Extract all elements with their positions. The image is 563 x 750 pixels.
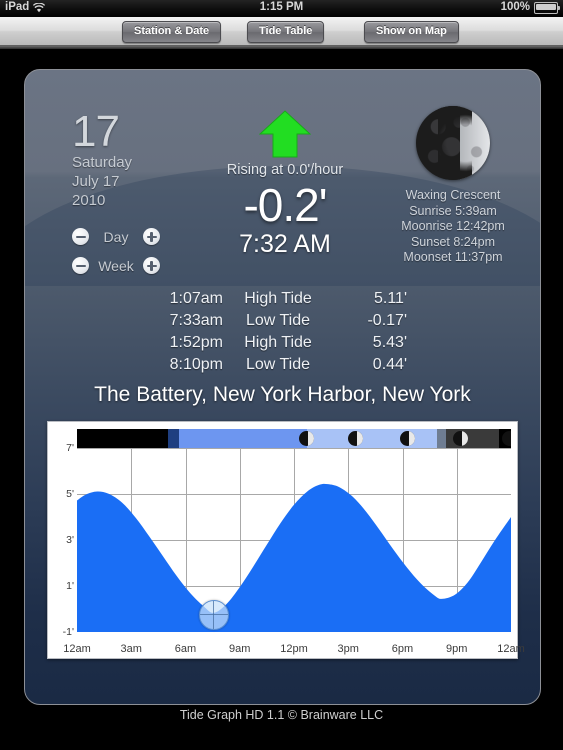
- table-row: 8:10pm Low Tide 0.44': [135, 354, 435, 376]
- moonrise-label: Moonrise 12:42pm: [401, 219, 505, 233]
- x-axis-tick-label: 9am: [229, 643, 251, 655]
- tide-time: 8:10pm: [169, 356, 223, 373]
- tide-value: -0.17': [367, 312, 407, 329]
- day-stepper-label: Day: [103, 228, 129, 245]
- status-bar-clock: 1:15 PM: [259, 1, 304, 13]
- table-row: 1:07am High Tide 5.11': [135, 288, 435, 310]
- moonset-label: Moonset 11:37pm: [403, 250, 503, 264]
- daynight-segment-dusk: [436, 429, 446, 448]
- week-plus-button[interactable]: [143, 257, 160, 274]
- tide-curve-fill: [77, 483, 511, 632]
- y-axis-tick-label: -1': [62, 626, 74, 638]
- week-stepper-label: Week: [98, 257, 134, 274]
- week-minus-button[interactable]: [72, 257, 89, 274]
- current-time-marker: [199, 599, 230, 630]
- x-axis-tick-label: 3am: [120, 643, 142, 655]
- x-axis-tick-label: 9pm: [446, 643, 468, 655]
- tide-time: 1:52pm: [169, 334, 223, 351]
- week-stepper: Week: [72, 251, 160, 280]
- y-axis-tick-label: 5': [66, 488, 74, 500]
- tide-kind: Low Tide: [245, 356, 311, 373]
- moon-marker-icon: [400, 431, 416, 446]
- x-axis-tick-label: 6pm: [391, 643, 414, 655]
- y-axis-tick-label: 1': [66, 580, 74, 592]
- toolbar-divider: [0, 46, 563, 49]
- tide-chart-plot: 7' 5' 3' 1' -1' 12am 3am 6am 9am 12pm 3pm 6pm 9pm 12a…: [63, 429, 525, 655]
- x-axis-tick-label: 12am: [63, 643, 91, 655]
- battery-full-icon: [534, 2, 560, 14]
- station-title: The Battery, New York Harbor, New York: [94, 383, 471, 406]
- year-label: 2010: [72, 192, 106, 209]
- y-axis-tick-label: 3': [66, 534, 74, 546]
- current-time-label: 7:32 AM: [239, 230, 331, 258]
- day-number: 17: [72, 107, 120, 156]
- weekday-label: Saturday: [72, 154, 133, 171]
- toolbar: Station & Date Tide Table Show on Map: [0, 17, 563, 46]
- current-tide-block: Rising at 0.0'/hour -0.2' 7:32 AM: [185, 110, 385, 258]
- y-axis-tick-label: 7': [66, 442, 74, 454]
- tide-time: 1:07am: [169, 290, 223, 307]
- status-bar-right: 100%: [500, 1, 560, 14]
- tide-curve: [77, 483, 511, 632]
- show-on-map-button[interactable]: Show on Map: [364, 21, 459, 43]
- moon-marker-icon: [452, 431, 468, 446]
- arrow-up-green-icon: [258, 110, 312, 158]
- day-plus-button[interactable]: [143, 228, 160, 245]
- tide-time: 7:33am: [169, 312, 223, 329]
- day-night-bar: [77, 429, 511, 448]
- table-row: 7:33am Low Tide -0.17': [135, 310, 435, 332]
- tide-kind: Low Tide: [245, 312, 311, 329]
- sunrise-label: Sunrise 5:39am: [409, 203, 497, 218]
- table-row: 1:52pm High Tide 5.43': [135, 332, 435, 354]
- tide-kind: High Tide: [244, 290, 312, 307]
- x-axis-tick-label: 12pm: [280, 643, 308, 655]
- moon-marker-icon: [299, 431, 315, 446]
- tide-value: 5.11': [373, 290, 407, 307]
- tide-trend-label: Rising at 0.0'/hour: [226, 162, 344, 178]
- tide-kind: High Tide: [244, 334, 312, 351]
- x-axis-tick-label: 3pm: [337, 643, 359, 655]
- tide-value: 5.43': [372, 334, 407, 351]
- x-axis-tick-label: 6am: [174, 643, 197, 655]
- current-tide-height: -0.2': [243, 179, 327, 231]
- tide-chart[interactable]: 7' 5' 3' 1' -1' 12am 3am 6am 9am 12pm 3pm 6pm 9pm 12a…: [47, 421, 525, 659]
- x-axis-tick-label: 12am: [497, 643, 525, 655]
- tide-events-list: 1:07am High Tide 5.11' 7:33am Low Tide -…: [135, 288, 435, 376]
- station-and-date-button[interactable]: Station & Date: [122, 21, 222, 43]
- daynight-segment-dawn: [168, 429, 180, 448]
- day-minus-button[interactable]: [72, 228, 89, 245]
- status-bar: iPad 1:15 PM 100%: [0, 0, 563, 17]
- sunset-label: Sunset 8:24pm: [410, 234, 496, 249]
- date-block: 17 Saturday July 17 2010: [72, 107, 192, 210]
- tide-table-button[interactable]: Tide Table: [247, 21, 325, 43]
- daynight-segment-day: [179, 429, 307, 448]
- daynight-segment-day-late: [306, 429, 437, 448]
- tide-value: 0.44': [372, 356, 407, 373]
- main-panel: 17 Saturday July 17 2010 Day Week Rising…: [24, 69, 541, 705]
- moon-block: Waxing Crescent Sunrise 5:39am Moonrise …: [377, 106, 529, 266]
- app-footer: Tide Graph HD 1.1 © Brainware LLC: [179, 708, 384, 722]
- month-day-label: July 17: [72, 173, 120, 190]
- daynight-segment-night: [77, 429, 169, 448]
- day-stepper: Day: [72, 222, 160, 251]
- moon-phase-icon: [416, 106, 490, 180]
- moon-phase-label: Waxing Crescent: [405, 188, 501, 202]
- moon-marker-icon: [347, 431, 363, 446]
- stepper-group: Day Week: [72, 222, 160, 280]
- battery-percent-label: 100%: [500, 1, 530, 13]
